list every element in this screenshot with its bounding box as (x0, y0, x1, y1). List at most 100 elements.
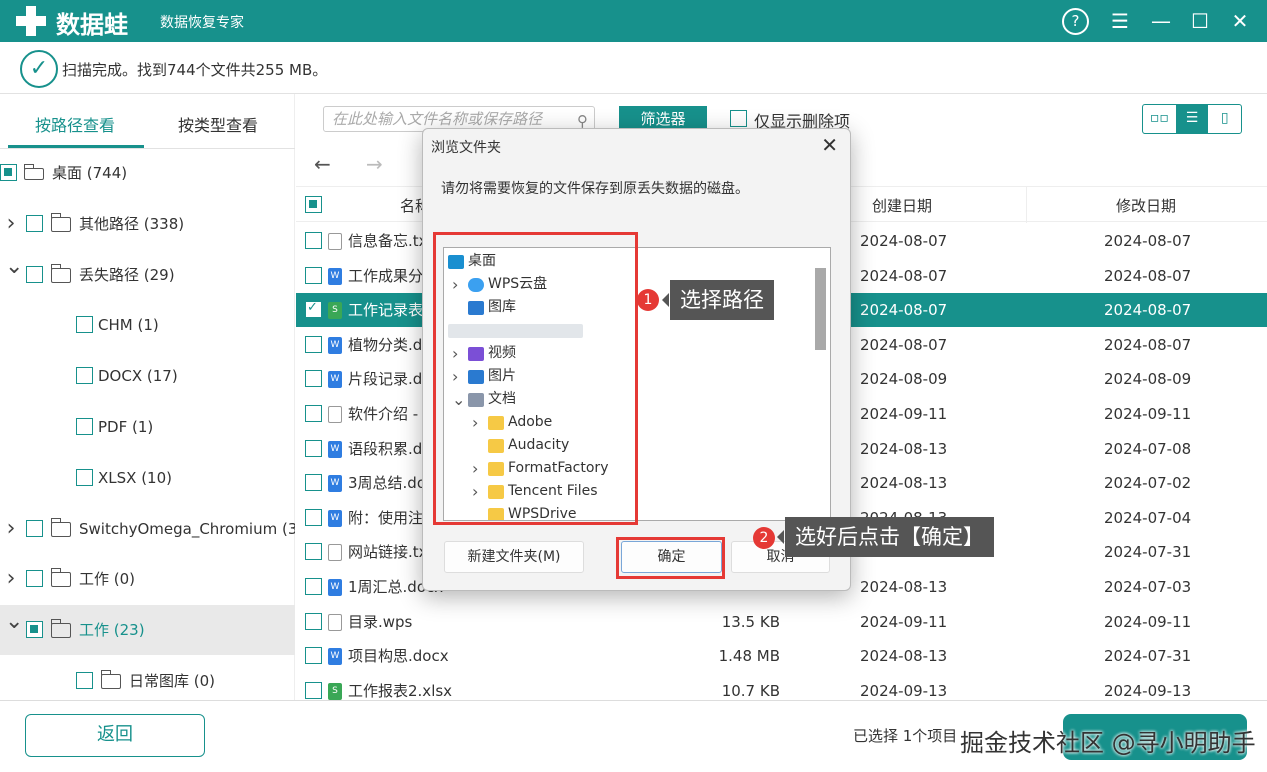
tree-checkbox[interactable] (26, 214, 43, 232)
word-file-icon: W (328, 336, 342, 354)
tree-item[interactable]: 日常图库 (0) (0, 656, 295, 700)
tree-item-label: 日常图库 (0) (129, 672, 216, 690)
chevron-right-icon[interactable]: › (5, 554, 17, 604)
table-row[interactable]: S 工作报表2.xlsx 10.7 KB 2024-09-13 2024-09-13 (296, 674, 1267, 700)
chevron-down-icon[interactable]: ⌄ (5, 605, 23, 647)
file-created: 2024-08-13 (860, 439, 948, 458)
column-modified[interactable]: 修改日期 (1116, 195, 1176, 216)
app-logo: 数据蛙 (56, 11, 128, 39)
row-checkbox[interactable] (305, 335, 322, 353)
help-icon[interactable]: ? (1062, 8, 1089, 35)
sheet-file-icon: S (328, 302, 342, 320)
row-checkbox[interactable] (305, 578, 322, 595)
scan-status-text: 扫描完成。找到744个文件共255 MB。 (62, 61, 328, 79)
tree-item-label: 桌面 (744) (52, 164, 128, 182)
file-modified: 2024-07-04 (1104, 508, 1192, 527)
row-checkbox[interactable] (305, 612, 322, 630)
tree-checkbox[interactable] (76, 418, 93, 435)
tree-checkbox[interactable] (76, 672, 93, 689)
tree-item[interactable]: 桌面 (744) (0, 148, 295, 198)
menu-icon[interactable]: ☰ (1105, 6, 1135, 36)
only-deleted-checkbox[interactable] (730, 110, 747, 127)
file-created: 2024-09-11 (860, 405, 948, 423)
close-icon[interactable]: ✕ (1225, 6, 1255, 36)
file-name: 3周总结.do (348, 474, 427, 493)
select-all-checkbox[interactable] (305, 196, 322, 213)
row-checkbox[interactable] (305, 266, 322, 284)
step-2-badge: 2 (753, 527, 775, 549)
tree-item[interactable]: PDF (1) (0, 402, 295, 452)
row-checkbox[interactable] (305, 370, 322, 388)
selection-summary: 已选择 1个项目 (853, 727, 958, 745)
file-modified: 2024-08-09 (1104, 370, 1192, 389)
row-checkbox[interactable] (305, 543, 322, 561)
tree-checkbox[interactable] (26, 519, 43, 537)
chevron-right-icon[interactable]: › (5, 199, 17, 249)
file-size: 10.7 KB (721, 681, 780, 700)
tree-item[interactable]: › 工作 (0) (0, 554, 295, 604)
file-modified: 2024-09-11 (1104, 405, 1192, 423)
file-created: 2024-08-07 (860, 301, 948, 320)
file-created: 2024-08-07 (860, 232, 948, 250)
folder-icon (50, 568, 71, 588)
file-name: 片段记录.d (348, 370, 423, 389)
list-view-icon[interactable]: ☰ (1175, 105, 1209, 133)
tree-item[interactable]: ⌄ 丢失路径 (29) (0, 250, 295, 300)
column-created[interactable]: 创建日期 (872, 195, 932, 216)
dialog-message: 请勿将需要恢复的文件保存到原丢失数据的磁盘。 (441, 181, 749, 197)
watermark: 掘金技术社区 @寻小明助手 (960, 729, 1256, 757)
maximize-icon[interactable]: ☐ (1185, 6, 1215, 36)
tree-item[interactable]: CHM (1) (0, 300, 295, 350)
app-subtitle: 数据恢复专家 (160, 15, 244, 31)
path-tree: 桌面 (744) › 其他路径 (338) ⌄ 丢失路径 (29) CHM (1) DOCX… (0, 148, 295, 700)
tab-by-type[interactable]: 按类型查看 (178, 112, 258, 136)
file-created: 2024-08-09 (860, 370, 948, 389)
tree-item[interactable]: DOCX (17) (0, 351, 295, 401)
row-checkbox[interactable] (305, 508, 322, 526)
forward-arrow-icon[interactable]: → (366, 152, 383, 176)
chevron-down-icon[interactable]: ⌄ (5, 250, 23, 292)
chevron-right-icon[interactable]: › (5, 504, 17, 554)
row-checkbox[interactable] (305, 681, 322, 699)
file-name: 项目构思.docx (348, 647, 449, 666)
logo-icon (16, 6, 46, 36)
row-checkbox[interactable] (305, 474, 322, 492)
row-checkbox[interactable] (305, 439, 322, 457)
tree-item[interactable]: › 其他路径 (338) (0, 199, 295, 249)
tree-item[interactable]: › SwitchyOmega_Chromium (3 (0, 504, 295, 554)
tree-checkbox[interactable] (76, 316, 93, 334)
word-file-icon: W (328, 648, 342, 666)
file-name: 工作记录表 (348, 301, 424, 320)
text-file-icon (328, 613, 342, 631)
preview-view-icon[interactable]: ▯ (1208, 105, 1241, 133)
tree-checkbox[interactable] (76, 468, 93, 486)
tree-checkbox[interactable] (76, 367, 93, 385)
tree-item-label: DOCX (17) (98, 367, 178, 386)
row-checkbox[interactable] (305, 647, 322, 665)
tree-checkbox[interactable] (26, 570, 43, 588)
tree-checkbox[interactable] (26, 265, 43, 283)
row-checkbox[interactable] (305, 232, 322, 249)
dialog-close-icon[interactable]: ✕ (821, 133, 838, 157)
row-checkbox[interactable] (305, 299, 322, 319)
tree-item[interactable]: XLSX (10) (0, 453, 295, 503)
tree-checkbox[interactable] (26, 621, 43, 639)
minimize-icon[interactable]: — (1146, 6, 1176, 36)
grid-view-icon[interactable]: ▫▫ (1143, 105, 1176, 133)
column-divider (1026, 187, 1027, 223)
folder-tree-scrollbar[interactable] (815, 268, 826, 350)
table-row[interactable]: W 项目构思.docx 1.48 MB 2024-08-13 2024-07-31 (296, 639, 1267, 673)
back-arrow-icon[interactable]: ← (314, 152, 331, 176)
file-modified: 2024-07-08 (1104, 439, 1192, 458)
row-checkbox[interactable] (305, 405, 322, 422)
back-button[interactable]: 返回 (25, 714, 205, 757)
tree-item[interactable]: ⌄ 工作 (23) (0, 605, 295, 656)
tab-by-path[interactable]: 按路径查看 (35, 112, 115, 136)
file-created: 2024-08-13 (860, 647, 948, 666)
file-name: 工作成果分 (348, 266, 424, 285)
table-row[interactable]: 目录.wps 13.5 KB 2024-09-11 2024-09-11 (296, 605, 1267, 639)
tree-checkbox[interactable] (0, 164, 17, 181)
file-modified: 2024-07-03 (1104, 578, 1192, 596)
text-file-icon (328, 233, 342, 250)
new-folder-button[interactable]: 新建文件夹(M) (444, 541, 584, 573)
